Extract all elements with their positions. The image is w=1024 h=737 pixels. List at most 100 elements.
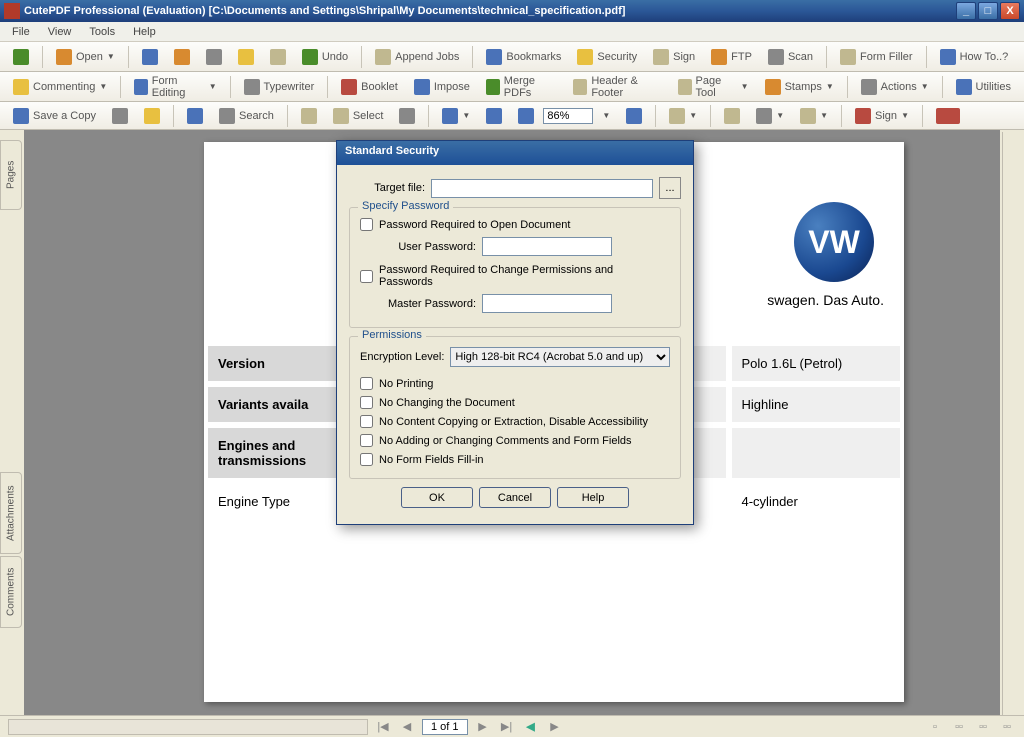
help-button[interactable]: Help (557, 487, 629, 508)
lock-icon (577, 49, 593, 65)
pagetool-button[interactable]: Page Tool ▼ (671, 71, 756, 103)
print-button[interactable] (199, 45, 229, 69)
first-page-button[interactable]: |◀ (374, 718, 392, 736)
typewriter-button[interactable]: Typewriter (237, 75, 322, 99)
tab-attachments[interactable]: Attachments (0, 472, 22, 554)
menu-view[interactable]: View (40, 24, 80, 40)
right-scrollbar[interactable] (1002, 132, 1018, 715)
bookmarks-button[interactable]: Bookmarks (479, 45, 568, 69)
fit-button[interactable] (479, 104, 509, 128)
zoomin-button[interactable]: ▼ (435, 104, 477, 128)
sign-button[interactable]: Sign (646, 45, 702, 69)
vw-logo: VW (794, 202, 874, 282)
ytb-button[interactable] (929, 104, 967, 128)
browse-button[interactable]: ... (659, 177, 681, 199)
stamps-button[interactable]: Stamps ▼ (758, 75, 841, 99)
merge-button[interactable]: Merge PDFs (479, 71, 565, 103)
open-button[interactable]: Open ▼ (49, 45, 122, 69)
chk-noprint[interactable] (360, 377, 373, 390)
encryption-level-select[interactable]: High 128-bit RC4 (Acrobat 5.0 and up) (450, 347, 670, 367)
chk-nochange[interactable] (360, 396, 373, 409)
userpw-label: User Password: (380, 241, 476, 253)
security-button[interactable]: Security (570, 45, 644, 69)
append-icon (375, 49, 391, 65)
minimize-button[interactable]: _ (956, 2, 976, 20)
booklet-button[interactable]: Booklet (334, 75, 405, 99)
select-label: Select (353, 110, 384, 122)
chk-open-password[interactable] (360, 218, 373, 231)
header-label: Header & Footer (591, 75, 662, 99)
zoom-field[interactable] (543, 108, 593, 124)
ftp-button[interactable]: FTP (704, 45, 759, 69)
clipboard-button[interactable]: ▼ (793, 104, 835, 128)
ok-button[interactable]: OK (401, 487, 473, 508)
mail-button[interactable] (231, 45, 261, 69)
camera-button[interactable] (392, 104, 422, 128)
zoomin2-button[interactable] (619, 104, 649, 128)
tab-pages[interactable]: Pages (0, 140, 22, 210)
impose-button[interactable]: Impose (407, 75, 477, 99)
layout2-button[interactable]: ▫▫ (950, 718, 968, 736)
horizontal-scrollbar[interactable] (8, 719, 368, 735)
undo-button[interactable]: Undo (295, 45, 355, 69)
chk-nocomments[interactable] (360, 434, 373, 447)
menu-tools[interactable]: Tools (81, 24, 123, 40)
merge-label: Merge PDFs (504, 75, 558, 99)
nav-back-button[interactable]: ◀ (522, 718, 540, 736)
chk-change-password[interactable] (360, 270, 373, 283)
next-page-button[interactable]: ▶ (474, 718, 492, 736)
page-indicator[interactable]: 1 of 1 (422, 719, 468, 735)
folder-open-icon (56, 49, 72, 65)
nav-fwd-button[interactable]: ▶ (546, 718, 564, 736)
search-button[interactable]: Search (212, 104, 281, 128)
stamp-icon (765, 79, 781, 95)
select-tool-button[interactable]: Select (326, 104, 391, 128)
zoomout-button[interactable] (511, 104, 541, 128)
y-icon (936, 108, 960, 124)
close-button[interactable]: X (1000, 2, 1020, 20)
cancel-button[interactable]: Cancel (479, 487, 551, 508)
layout1-button[interactable]: ▫ (926, 718, 944, 736)
rotate-button[interactable]: ▼ (662, 104, 704, 128)
zoomdd-button[interactable]: ▼ (595, 107, 617, 124)
layout3-button[interactable]: ▫▫ (974, 718, 992, 736)
commenting-button[interactable]: Commenting ▼ (6, 75, 114, 99)
mail2-button[interactable] (137, 104, 167, 128)
formfiller-button[interactable]: Form Filler (833, 45, 920, 69)
export-button[interactable] (263, 45, 293, 69)
folder-button[interactable] (167, 45, 197, 69)
pagetool-icon (678, 79, 692, 95)
actions-button[interactable]: Actions ▼ (854, 75, 936, 99)
howto-button[interactable]: How To..? (933, 45, 1016, 69)
scan-button[interactable]: Scan (761, 45, 820, 69)
masterpw-input[interactable] (482, 294, 612, 313)
layout4-button[interactable]: ▫▫ (998, 718, 1016, 736)
formediting-button[interactable]: Form Editing ▼ (127, 71, 223, 103)
print2-button[interactable] (105, 104, 135, 128)
chk-nocopy[interactable] (360, 415, 373, 428)
menu-help[interactable]: Help (125, 24, 164, 40)
last-page-button[interactable]: ▶| (498, 718, 516, 736)
search-label: Search (239, 110, 274, 122)
revert-button[interactable]: ▼ (749, 104, 791, 128)
hand-tool-button[interactable] (294, 104, 324, 128)
textsel-button[interactable] (717, 104, 747, 128)
save-button[interactable] (135, 45, 165, 69)
savecopy-button[interactable]: Save a Copy (6, 104, 103, 128)
append-button[interactable]: Append Jobs (368, 45, 466, 69)
menu-file[interactable]: File (4, 24, 38, 40)
userpw-input[interactable] (482, 237, 612, 256)
sign2-button[interactable]: Sign ▼ (848, 104, 916, 128)
dialog-title: Standard Security (337, 141, 693, 165)
tab-comments[interactable]: Comments (0, 556, 22, 628)
web-button[interactable] (180, 104, 210, 128)
header-footer-button[interactable]: Header & Footer (566, 71, 669, 103)
back-button[interactable] (6, 45, 36, 69)
booklet-icon (341, 79, 357, 95)
bookmark-icon (486, 49, 502, 65)
utilities-button[interactable]: Utilities (949, 75, 1018, 99)
maximize-button[interactable]: □ (978, 2, 998, 20)
chk-nofill[interactable] (360, 453, 373, 466)
targetfile-input[interactable] (431, 179, 653, 198)
prev-page-button[interactable]: ◀ (398, 718, 416, 736)
